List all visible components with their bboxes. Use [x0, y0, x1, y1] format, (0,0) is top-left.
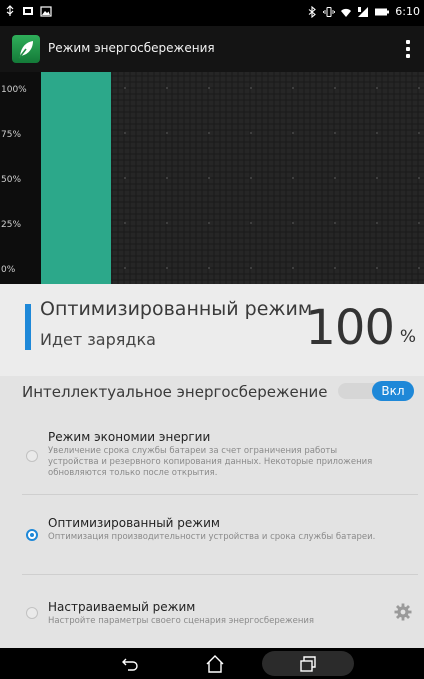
battery-percent: 100 — [305, 300, 395, 356]
option-title: Оптимизированный режим — [48, 516, 220, 530]
grid-dot — [250, 132, 252, 134]
mode-summary: Оптимизированный режим Идет зарядка 100 … — [0, 284, 424, 376]
clock: 6:10 — [395, 5, 420, 18]
grid-dot — [418, 222, 420, 224]
home-icon — [206, 654, 224, 673]
option-description: Увеличение срока службы батареи за счет … — [48, 446, 373, 478]
grid-dot — [124, 267, 126, 269]
grid-dot — [418, 132, 420, 134]
app-logo — [12, 35, 40, 63]
screen-cast-icon — [23, 7, 33, 15]
home-button[interactable] — [195, 652, 235, 675]
option-title: Режим экономии энергии — [48, 430, 211, 444]
grid-dot — [292, 87, 294, 89]
recent-apps-icon — [300, 655, 316, 672]
grid-dot — [376, 267, 378, 269]
usb-icon — [6, 5, 14, 16]
battery-chart-svg: 100% 75% 50% 25% 0% — [1, 72, 424, 284]
grid-dot — [418, 267, 420, 269]
mode-accent-bar — [25, 304, 31, 350]
y-tick-label: 75% — [1, 130, 21, 140]
divider — [22, 574, 418, 575]
wifi-icon — [341, 8, 352, 17]
grid-dot — [166, 177, 168, 179]
grid-dot — [334, 222, 336, 224]
overflow-menu-icon[interactable] — [400, 36, 416, 62]
navigation-bar — [0, 648, 424, 679]
grid-dot — [124, 177, 126, 179]
chart-bars — [41, 72, 111, 284]
grid-dot — [334, 132, 336, 134]
back-button[interactable] — [110, 652, 150, 675]
grid-dot — [208, 87, 210, 89]
grid-dot — [334, 177, 336, 179]
app-bar: Режим энергосбережения — [0, 26, 424, 72]
divider — [22, 494, 418, 495]
grid-dot — [418, 177, 420, 179]
bluetooth-icon — [308, 6, 317, 18]
grid-dot — [250, 267, 252, 269]
smart-saving-toggle[interactable]: Вкл — [338, 381, 414, 401]
battery-icon — [375, 8, 390, 16]
y-tick-label: 0% — [1, 265, 16, 275]
back-icon — [122, 658, 138, 671]
grid-dot — [124, 87, 126, 89]
grid-dot — [166, 132, 168, 134]
grid-dot — [166, 222, 168, 224]
chart-y-ticks: 100% 75% 50% 25% 0% — [1, 85, 27, 275]
grid-dot — [292, 132, 294, 134]
grid-dot — [292, 222, 294, 224]
grid-dot — [334, 267, 336, 269]
grid-dot — [376, 222, 378, 224]
option-description: Оптимизация производительности устройств… — [48, 532, 376, 542]
grid-dot — [292, 267, 294, 269]
y-tick-label: 50% — [1, 175, 21, 185]
radio-optimized[interactable] — [26, 529, 38, 541]
grid-dot — [250, 222, 252, 224]
option-optimized[interactable]: Оптимизированный режим Оптимизация произ… — [0, 514, 424, 564]
grid-dot — [376, 177, 378, 179]
grid-dot — [376, 87, 378, 89]
grid-dot — [292, 177, 294, 179]
y-tick-label: 100% — [1, 85, 27, 95]
option-power-saving[interactable]: Режим экономии энергии Увеличение срока … — [0, 428, 424, 490]
charging-status: Идет зарядка — [40, 330, 156, 349]
grid-dot — [166, 87, 168, 89]
smart-saving-label: Интеллектуальное энергосбережение — [22, 383, 328, 401]
image-icon — [40, 6, 52, 17]
grid-dot — [208, 132, 210, 134]
vibrate-icon — [323, 7, 336, 17]
option-title: Настраиваемый режим — [48, 600, 196, 614]
power-mode-settings: Интеллектуальное энергосбережение Вкл Ре… — [0, 376, 424, 648]
option-custom[interactable]: Настраиваемый режим Настройте параметры … — [0, 598, 424, 638]
battery-percent-unit: % — [399, 327, 416, 347]
grid-dot — [124, 132, 126, 134]
recent-apps-button[interactable] — [288, 652, 328, 675]
toggle-knob: Вкл — [372, 381, 414, 401]
grid-dot — [250, 177, 252, 179]
current-mode-title: Оптимизированный режим — [40, 298, 313, 320]
grid-dot — [250, 87, 252, 89]
leaf-icon — [18, 41, 33, 59]
radio-custom[interactable] — [26, 607, 38, 619]
grid-dot — [418, 87, 420, 89]
battery-level-bar — [41, 72, 111, 284]
battery-chart: 100% 75% 50% 25% 0% — [0, 72, 424, 284]
y-tick-label: 25% — [1, 220, 21, 230]
grid-dot — [376, 132, 378, 134]
status-right-icons: 6:10 — [306, 5, 420, 19]
signal-icon — [358, 7, 369, 17]
gear-icon[interactable] — [394, 603, 412, 621]
status-left-icons — [4, 5, 52, 17]
status-bar: 6:10 — [0, 0, 424, 26]
option-description: Настройте параметры своего сценария энер… — [48, 616, 315, 626]
grid-dot — [334, 87, 336, 89]
grid-dot — [208, 267, 210, 269]
grid-dot — [124, 222, 126, 224]
grid-dot — [208, 177, 210, 179]
page-title: Режим энергосбережения — [48, 41, 215, 55]
grid-dot — [166, 267, 168, 269]
radio-power-saving[interactable] — [26, 450, 38, 462]
grid-dot — [208, 222, 210, 224]
